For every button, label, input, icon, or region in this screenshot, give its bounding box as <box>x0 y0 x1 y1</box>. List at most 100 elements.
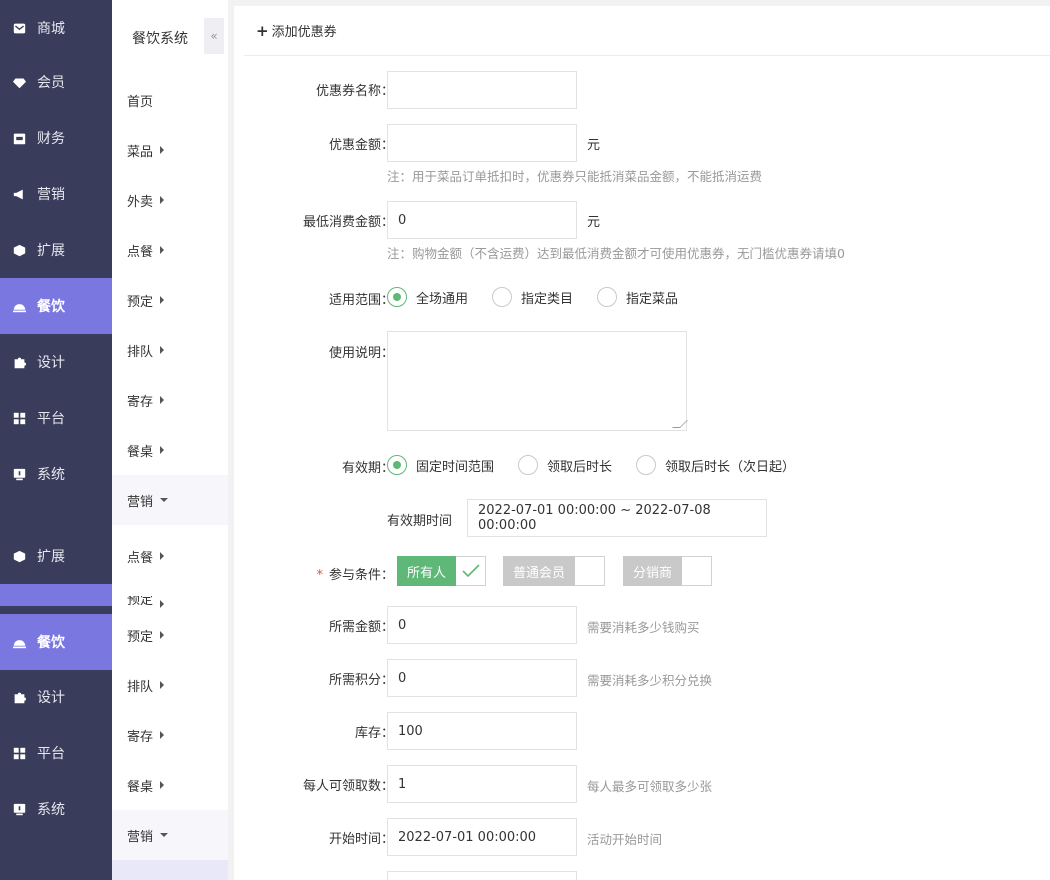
sub-item-label: 餐桌 <box>127 444 154 460</box>
sub-item-reserve[interactable]: 预定 <box>112 610 228 660</box>
sub-item-reserve[interactable]: 预定 <box>112 275 228 325</box>
nav-item-marketing[interactable]: 营销 <box>0 166 112 222</box>
divider <box>0 606 112 614</box>
mail-icon <box>12 21 26 35</box>
caret-right-icon <box>160 296 165 304</box>
sub-item-marketing[interactable]: 营销 <box>112 475 228 525</box>
required-amount-input[interactable]: 0 <box>387 606 577 644</box>
puzzle-icon <box>12 355 26 369</box>
sub-item-label: 营销 <box>127 829 154 845</box>
stock-input[interactable]: 100 <box>387 712 577 750</box>
nav-item-design[interactable]: 设计 <box>0 334 112 390</box>
sub-item-dishes[interactable]: 菜品 <box>112 125 228 175</box>
description-textarea[interactable] <box>387 331 688 431</box>
nav-item-label: 营销 <box>37 187 65 203</box>
secondary-sidebar-title: 餐饮系统 <box>132 31 188 47</box>
nav-item-catering[interactable]: 餐饮 <box>0 614 112 670</box>
nav-item-system[interactable]: 系统 <box>0 781 112 837</box>
nav-item-member[interactable]: 会员 <box>0 54 112 110</box>
discount-amount-label: 优惠金额： <box>328 138 394 153</box>
end-time-input[interactable] <box>387 871 577 880</box>
cloche-icon <box>12 635 26 649</box>
required-points-input[interactable]: 0 <box>387 659 577 697</box>
sub-item-tables[interactable]: 餐桌 <box>112 425 228 475</box>
nav-item-platform[interactable]: 平台 <box>0 725 112 781</box>
puzzle-icon <box>12 690 26 704</box>
nav-item-finance[interactable]: 财务 <box>0 110 112 166</box>
nav-item-label: 餐饮 <box>37 635 65 651</box>
discount-amount-input[interactable] <box>387 124 577 162</box>
validity-label: 有效期： <box>341 461 394 476</box>
add-coupon-button[interactable]: + 添加优惠券 <box>244 6 1050 56</box>
nav-item-mall[interactable]: 商城 <box>0 0 112 56</box>
caret-down-icon <box>160 833 169 837</box>
radio-checked-icon <box>387 455 407 475</box>
scope-radio-group: 全场通用 指定类目 指定菜品 <box>387 287 702 307</box>
caret-right-icon <box>160 631 165 639</box>
nav-item-label: 设计 <box>37 690 65 706</box>
caret-right-icon <box>160 446 165 454</box>
sub-item-queue[interactable]: 排队 <box>112 325 228 375</box>
sub-item-selected[interactable] <box>112 860 228 880</box>
sub-item-marketing[interactable]: 营销 <box>112 810 228 860</box>
sub-item-storage[interactable]: 寄存 <box>112 710 228 760</box>
condition-distributor-checkbox[interactable]: 分销商 <box>623 556 713 586</box>
collapse-button[interactable]: « <box>204 18 224 54</box>
radio-unchecked-icon <box>518 455 539 475</box>
min-spend-input[interactable]: 0 <box>387 201 577 239</box>
validity-time-input[interactable]: 2022-07-01 00:00:00 ~ 2022-07-08 00:00:0… <box>467 499 767 537</box>
caret-right-icon <box>160 781 165 789</box>
sub-item-tables[interactable]: 餐桌 <box>112 760 228 810</box>
caret-right-icon <box>160 681 165 689</box>
nav-item-platform[interactable]: 平台 <box>0 390 112 446</box>
sub-item-label: 预定 <box>127 629 154 645</box>
caret-right-icon <box>160 600 165 608</box>
start-time-input[interactable]: 2022-07-01 00:00:00 <box>387 818 577 856</box>
resize-grip-icon[interactable] <box>672 420 688 428</box>
condition-all-checkbox[interactable]: 所有人 <box>397 556 487 586</box>
nav-item-label: 系统 <box>37 802 65 818</box>
sub-item-storage[interactable]: 寄存 <box>112 375 228 425</box>
description-label: 使用说明： <box>328 346 394 361</box>
validity-radio-duration[interactable]: 领取后时长 <box>518 455 612 475</box>
scope-radio-dish[interactable]: 指定菜品 <box>597 287 678 307</box>
stock-label: 库存： <box>354 726 394 741</box>
sub-item-label: 排队 <box>127 344 154 360</box>
scope-radio-all[interactable]: 全场通用 <box>387 287 468 307</box>
radio-label: 领取后时长（次日起） <box>665 459 796 475</box>
sub-item-queue[interactable]: 排队 <box>112 660 228 710</box>
nav-item-design[interactable]: 设计 <box>0 669 112 725</box>
checkbox-label: 普通会员 <box>503 556 576 586</box>
validity-radio-fixed[interactable]: 固定时间范围 <box>387 455 494 475</box>
diamond-icon <box>12 75 26 89</box>
condition-member-checkbox[interactable]: 普通会员 <box>503 556 606 586</box>
nav-item-extend[interactable]: 扩展 <box>0 528 112 584</box>
checkbox-empty <box>575 556 606 586</box>
radio-label: 领取后时长 <box>547 459 613 475</box>
caret-right-icon <box>160 196 165 204</box>
radio-checked-icon <box>387 287 407 307</box>
nav-item-label: 商城 <box>37 21 65 37</box>
sub-item-order[interactable]: 点餐 <box>112 531 228 581</box>
nav-item-label: 财务 <box>37 131 65 147</box>
nav-item-catering[interactable]: 餐饮 <box>0 278 112 334</box>
nav-item-label: 餐饮 <box>37 299 65 315</box>
sub-item-takeout[interactable]: 外卖 <box>112 175 228 225</box>
cube-icon <box>12 243 26 257</box>
nav-item-system[interactable]: 系统 <box>0 446 112 502</box>
nav-item-label: 系统 <box>37 467 65 483</box>
scope-radio-category[interactable]: 指定类目 <box>492 287 573 307</box>
nav-item-extend[interactable]: 扩展 <box>0 222 112 278</box>
grid-icon <box>12 746 26 760</box>
sub-item-home[interactable]: 首页 <box>112 75 228 125</box>
per-person-limit-input[interactable]: 1 <box>387 765 577 803</box>
radio-unchecked-icon <box>492 287 513 307</box>
coupon-name-input[interactable] <box>387 71 577 109</box>
sub-item-reserve-clipped[interactable]: 预定 <box>112 596 228 608</box>
caret-right-icon <box>160 246 165 254</box>
validity-radio-duration-next-day[interactable]: 领取后时长（次日起） <box>636 455 795 475</box>
caret-right-icon <box>160 731 165 739</box>
sub-item-order[interactable]: 点餐 <box>112 225 228 275</box>
sub-item-label: 预定 <box>127 596 154 608</box>
add-coupon-label: 添加优惠券 <box>271 25 337 40</box>
